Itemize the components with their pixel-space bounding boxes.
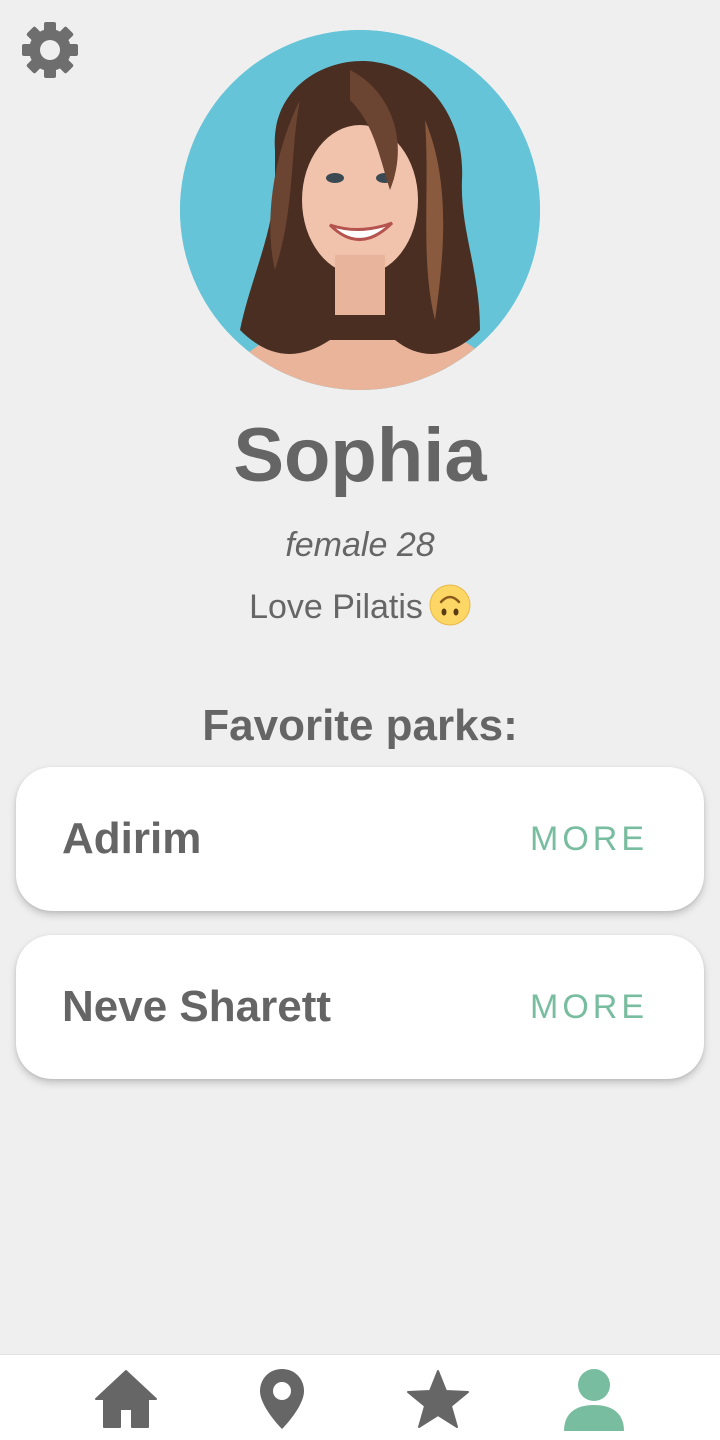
bottom-nav [0,1354,720,1440]
park-card[interactable]: Neve Sharett MORE [16,935,704,1079]
star-icon [407,1370,469,1428]
park-card[interactable]: Adirim MORE [16,767,704,911]
nav-map[interactable] [242,1361,322,1437]
profile-avatar[interactable] [180,30,540,390]
park-more-button[interactable]: MORE [530,820,648,859]
profile-name: Sophia [233,413,487,498]
settings-button[interactable] [18,18,82,82]
park-name: Neve Sharett [62,982,332,1031]
upside-down-face-emoji [429,584,471,626]
park-name: Adirim [62,814,202,863]
profile-bio: Love Pilatis [0,584,720,629]
park-more-button[interactable]: MORE [530,988,648,1027]
profile-meta: female 28 [285,526,435,564]
person-icon [564,1369,624,1431]
gear-icon [22,22,78,78]
profile-bio-text: Love Pilatis [249,588,423,626]
profile-screen: Sophia female 28 Love Pilatis Favorite p… [0,0,720,1440]
home-icon [95,1370,157,1428]
nav-home[interactable] [86,1361,166,1437]
map-pin-icon [260,1369,304,1429]
favorite-parks-title: Favorite parks: [202,701,518,750]
nav-favorites[interactable] [398,1361,478,1437]
nav-profile[interactable] [554,1361,634,1437]
